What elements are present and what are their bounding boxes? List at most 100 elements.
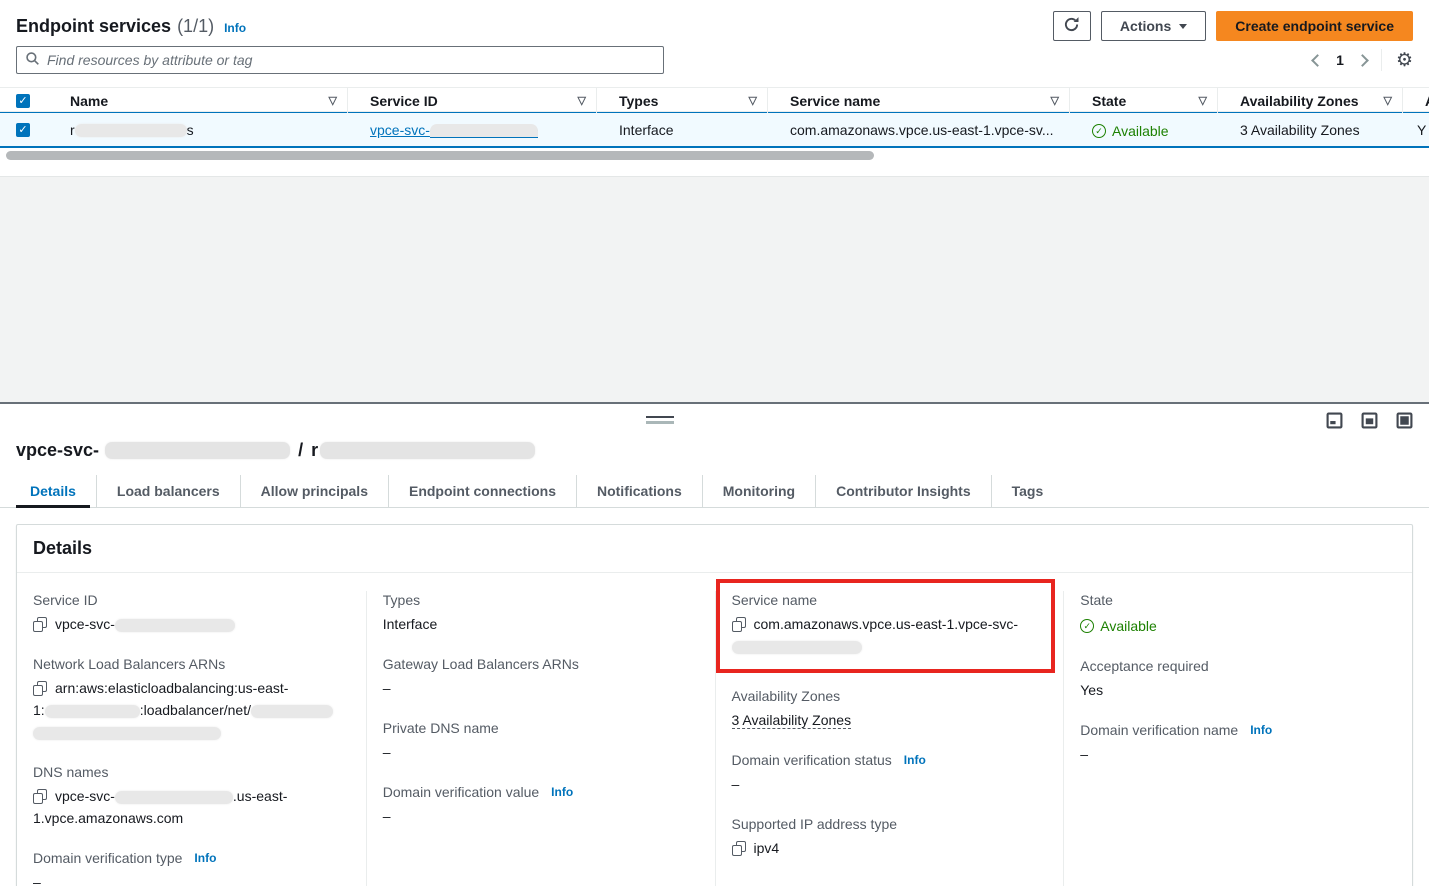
column-header-service-name[interactable]: Service name ▽ — [768, 88, 1070, 113]
tab-contributor-insights[interactable]: Contributor Insights — [815, 475, 991, 507]
column-header-label: State — [1092, 93, 1126, 109]
scrollbar-thumb[interactable] — [6, 151, 874, 160]
redacted-text — [105, 442, 290, 459]
details-grid: Service ID vpce-svc- Network Load Balanc… — [17, 573, 1412, 886]
next-page-icon[interactable] — [1356, 54, 1369, 67]
filter-icon[interactable]: ▽ — [329, 94, 337, 107]
info-link[interactable]: Info — [904, 751, 926, 769]
panel-size-medium-icon[interactable] — [1361, 412, 1378, 432]
page-title: Endpoint services — [16, 16, 171, 37]
redacted-text — [430, 124, 538, 137]
field-domain-verification-status: Domain verification statusInfo – — [732, 751, 1048, 795]
info-link[interactable]: Info — [194, 849, 216, 867]
copy-icon[interactable] — [33, 681, 47, 696]
available-check-icon — [1092, 124, 1106, 138]
info-link[interactable]: Info — [551, 783, 573, 801]
details-column-1: Service ID vpce-svc- Network Load Balanc… — [17, 591, 366, 886]
cell-acceptance-partial: Y — [1403, 122, 1429, 138]
endpoint-services-list-section: Endpoint services (1/1) Info Actions Cre… — [0, 10, 1429, 176]
column-header-name[interactable]: Name ▽ — [48, 88, 348, 113]
filter-icon[interactable]: ▽ — [1051, 94, 1059, 107]
tab-details[interactable]: Details — [16, 475, 96, 507]
filter-icon[interactable]: ▽ — [749, 94, 757, 107]
details-column-3: Service name com.amazonaws.vpce.us-east-… — [715, 591, 1064, 886]
actions-button[interactable]: Actions — [1101, 11, 1206, 41]
table-row[interactable]: rs vpce-svc- Interface com.amazonaws.vpc… — [0, 112, 1429, 148]
redacted-text — [33, 727, 221, 740]
column-header-acceptance-partial[interactable]: A — [1403, 88, 1429, 113]
row-checkbox[interactable] — [16, 123, 30, 137]
page-header: Endpoint services (1/1) Info Actions Cre… — [16, 10, 1413, 42]
create-endpoint-service-button[interactable]: Create endpoint service — [1216, 11, 1413, 41]
title-info-link[interactable]: Info — [224, 21, 246, 35]
cell-name: rs — [48, 122, 348, 138]
field-domain-verification-value: Domain verification valueInfo – — [383, 783, 699, 827]
redacted-text — [115, 791, 233, 804]
tab-load-balancers[interactable]: Load balancers — [96, 475, 240, 507]
highlight-annotation-box: Service name com.amazonaws.vpce.us-east-… — [716, 579, 1056, 673]
empty-background — [0, 176, 1429, 402]
panel-title-separator: / — [298, 440, 303, 461]
previous-page-icon[interactable] — [1311, 54, 1324, 67]
field-types: Types Interface — [383, 591, 699, 635]
column-header-state[interactable]: State ▽ — [1070, 88, 1218, 113]
column-header-service-id[interactable]: Service ID ▽ — [348, 88, 597, 113]
availability-zones-popover-link[interactable]: 3 Availability Zones — [732, 712, 852, 729]
tab-monitoring[interactable]: Monitoring — [702, 475, 815, 507]
column-header-label: Service ID — [370, 93, 438, 109]
redacted-text — [732, 641, 862, 654]
field-availability-zones: Availability Zones 3 Availability Zones — [732, 687, 1048, 731]
select-all-cell — [0, 94, 48, 108]
page-title-group: Endpoint services (1/1) Info — [16, 16, 246, 37]
name-visible-text: r — [70, 122, 75, 138]
service-id-link[interactable]: vpce-svc- — [370, 122, 538, 138]
header-toolbar: Actions Create endpoint service — [1053, 11, 1413, 41]
refresh-icon — [1063, 16, 1080, 36]
cell-service-name: com.amazonaws.vpce.us-east-1.vpce-sv... — [768, 122, 1070, 138]
tab-endpoint-connections[interactable]: Endpoint connections — [388, 475, 576, 507]
resource-count: (1/1) — [177, 16, 214, 37]
cell-types: Interface — [597, 122, 768, 138]
field-domain-verification-type: Domain verification typeInfo – — [33, 849, 350, 886]
panel-title-service-id: vpce-svc- — [16, 440, 99, 461]
filter-icon[interactable]: ▽ — [578, 94, 586, 107]
redacted-text — [251, 705, 333, 718]
search-box[interactable] — [16, 46, 664, 74]
search-input[interactable] — [47, 52, 655, 68]
field-acceptance-required: Acceptance required Yes — [1080, 657, 1396, 701]
column-header-types[interactable]: Types ▽ — [597, 88, 768, 113]
copy-icon[interactable] — [732, 841, 746, 856]
panel-tabs: Details Load balancers Allow principals … — [0, 475, 1429, 508]
availability-zones-popover-link[interactable]: 3 Availability Zones — [1240, 122, 1360, 138]
split-panel: vpce-svc- / r Details Load balancers All… — [0, 402, 1429, 886]
cell-service-id: vpce-svc- — [348, 122, 597, 138]
column-header-availability-zones[interactable]: Availability Zones ▽ — [1218, 88, 1403, 113]
column-header-label: Name — [70, 93, 108, 109]
tab-tags[interactable]: Tags — [991, 475, 1064, 507]
filter-bar: 1 ⚙ — [16, 46, 1413, 74]
copy-icon[interactable] — [732, 617, 746, 632]
details-card-header: Details — [17, 525, 1412, 573]
settings-gear-icon[interactable]: ⚙ — [1396, 51, 1413, 70]
filter-icon[interactable]: ▽ — [1384, 94, 1392, 107]
details-column-4: State Available Acceptance required Yes … — [1063, 591, 1412, 886]
panel-size-full-icon[interactable] — [1396, 412, 1413, 432]
row-select-cell — [0, 123, 48, 137]
redacted-text — [320, 442, 535, 459]
name-visible-text: s — [187, 122, 194, 138]
redacted-text — [115, 619, 235, 632]
tab-allow-principals[interactable]: Allow principals — [240, 475, 388, 507]
copy-icon[interactable] — [33, 789, 47, 804]
filter-icon[interactable]: ▽ — [1199, 94, 1207, 107]
divider — [1381, 49, 1382, 71]
page-number[interactable]: 1 — [1336, 52, 1344, 68]
panel-drag-handle[interactable] — [646, 416, 674, 424]
tab-notifications[interactable]: Notifications — [576, 475, 702, 507]
refresh-button[interactable] — [1053, 11, 1091, 41]
select-all-checkbox[interactable] — [16, 94, 30, 108]
column-header-label: A — [1425, 93, 1429, 109]
info-link[interactable]: Info — [1250, 721, 1272, 739]
copy-icon[interactable] — [33, 617, 47, 632]
panel-size-small-icon[interactable] — [1326, 412, 1343, 432]
details-column-2: Types Interface Gateway Load Balancers A… — [366, 591, 715, 886]
